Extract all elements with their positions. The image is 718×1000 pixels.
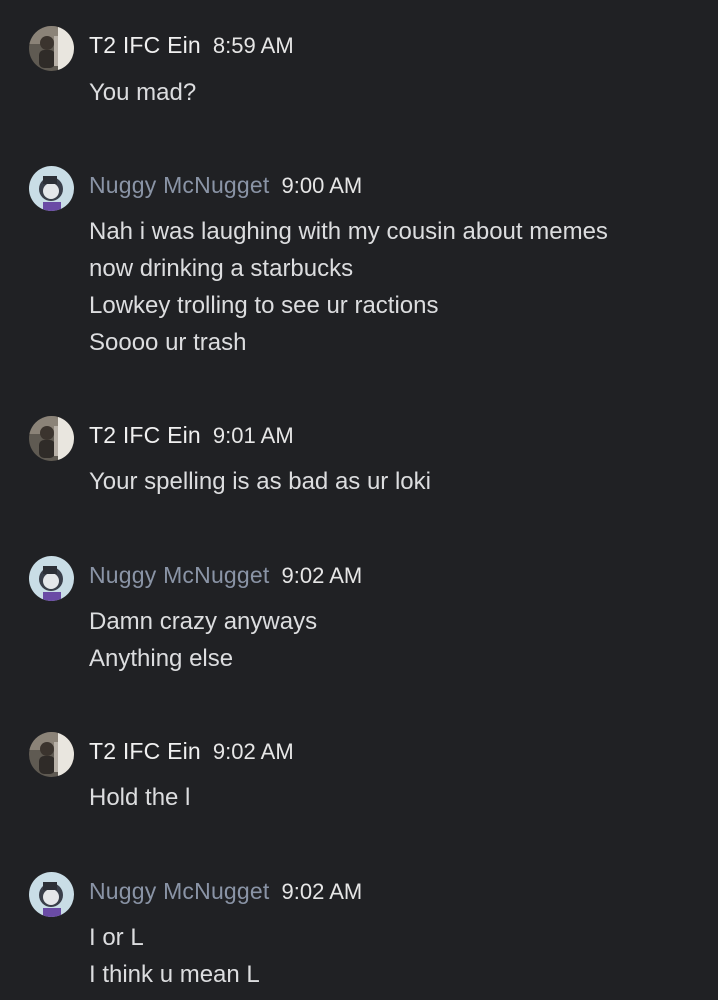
message-body: Nah i was laughing with my cousin about … xyxy=(89,213,608,361)
cartoon-avatar[interactable] xyxy=(29,166,74,211)
message-body: I or L I think u mean L xyxy=(89,919,260,993)
message-line: Your spelling is as bad as ur loki xyxy=(89,468,431,495)
photo-avatar[interactable] xyxy=(29,732,74,777)
message-body: Hold the l xyxy=(89,779,190,816)
message-body: You mad? xyxy=(89,74,196,111)
message-line: Lowkey trolling to see ur ractions xyxy=(89,292,439,319)
message-header: T2 IFC Ein 9:02 AM xyxy=(89,737,294,766)
author-name[interactable]: T2 IFC Ein xyxy=(89,738,201,764)
timestamp: 8:59 AM xyxy=(212,33,294,58)
message-line: Nah i was laughing with my cousin about … xyxy=(89,218,608,245)
timestamp: 9:02 AM xyxy=(212,739,294,764)
message-line: Hold the l xyxy=(89,784,191,811)
cartoon-avatar[interactable] xyxy=(29,556,74,601)
message-header: Nuggy McNugget 9:02 AM xyxy=(89,561,362,590)
timestamp: 9:01 AM xyxy=(212,423,294,448)
message-line: I think u mean L xyxy=(89,961,260,988)
timestamp: 9:00 AM xyxy=(281,173,363,198)
message-line: now drinking a starbucks xyxy=(89,255,354,282)
timestamp: 9:02 AM xyxy=(281,563,363,588)
message-line: Damn crazy anyways xyxy=(89,608,318,635)
message-header: T2 IFC Ein 8:59 AM xyxy=(89,31,294,60)
author-name[interactable]: Nuggy McNugget xyxy=(89,562,270,588)
author-name[interactable]: Nuggy McNugget xyxy=(89,172,270,198)
message-line: Soooo ur trash xyxy=(89,329,247,356)
message-header: T2 IFC Ein 9:01 AM xyxy=(89,421,294,450)
author-name[interactable]: T2 IFC Ein xyxy=(89,422,201,448)
message-line: You mad? xyxy=(89,79,197,106)
cartoon-avatar[interactable] xyxy=(29,872,74,917)
author-name[interactable]: T2 IFC Ein xyxy=(89,32,201,58)
message-body: Your spelling is as bad as ur loki xyxy=(89,463,431,500)
photo-avatar[interactable] xyxy=(29,416,74,461)
message-body: Damn crazy anyways Anything else xyxy=(89,603,317,677)
timestamp: 9:02 AM xyxy=(281,879,363,904)
message-header: Nuggy McNugget 9:00 AM xyxy=(89,171,362,200)
author-name[interactable]: Nuggy McNugget xyxy=(89,878,270,904)
message-line: I or L xyxy=(89,924,144,951)
message-header: Nuggy McNugget 9:02 AM xyxy=(89,877,362,906)
photo-avatar[interactable] xyxy=(29,26,74,71)
message-line: Anything else xyxy=(89,645,234,672)
